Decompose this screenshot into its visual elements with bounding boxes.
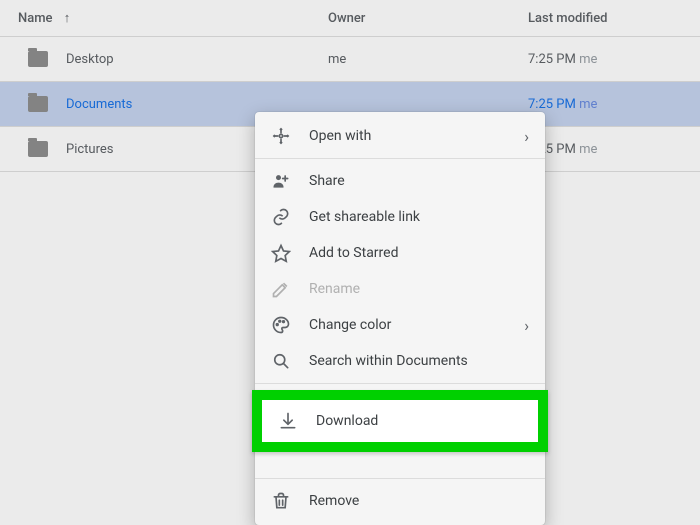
table-row[interactable]: Desktop me 7:25 PM me bbox=[0, 37, 700, 82]
trash-icon bbox=[271, 491, 291, 511]
menu-label: Search within Documents bbox=[309, 353, 529, 369]
sort-ascending-icon: ↑ bbox=[64, 10, 71, 26]
file-name: Documents bbox=[66, 97, 132, 112]
col-name-label: Name bbox=[18, 11, 53, 26]
download-icon bbox=[278, 411, 298, 431]
menu-get-link[interactable]: Get shareable link bbox=[255, 199, 545, 235]
file-owner: me bbox=[320, 37, 520, 82]
link-icon bbox=[271, 207, 291, 227]
palette-icon bbox=[271, 315, 291, 335]
pencil-icon bbox=[271, 279, 291, 299]
file-modified: 7:25 PM me bbox=[520, 127, 700, 172]
file-modified: 7:25 PM me bbox=[520, 37, 700, 82]
folder-icon bbox=[28, 141, 48, 157]
menu-label: Remove bbox=[309, 493, 529, 509]
menu-rename: Rename bbox=[255, 271, 545, 307]
chevron-right-icon: › bbox=[524, 127, 529, 146]
chevron-right-icon: › bbox=[524, 316, 529, 335]
menu-share[interactable]: Share bbox=[255, 163, 545, 199]
folder-icon bbox=[28, 51, 48, 67]
menu-change-color[interactable]: Change color › bbox=[255, 307, 545, 343]
file-modified: 7:25 PM me bbox=[520, 82, 700, 127]
col-owner-header[interactable]: Owner bbox=[320, 0, 520, 37]
menu-label: Change color bbox=[309, 317, 506, 333]
highlight-callout: Download bbox=[252, 390, 548, 452]
file-name: Pictures bbox=[66, 142, 113, 157]
search-icon bbox=[271, 351, 291, 371]
table-header-row: Name ↑ Owner Last modified bbox=[0, 0, 700, 37]
menu-download[interactable]: Download bbox=[262, 400, 538, 442]
menu-separator bbox=[255, 383, 545, 384]
menu-separator bbox=[255, 478, 545, 479]
context-menu: Open with › Share Get shareable link Add… bbox=[255, 112, 545, 525]
col-name-header[interactable]: Name ↑ bbox=[0, 0, 320, 37]
menu-remove[interactable]: Remove bbox=[255, 483, 545, 519]
menu-open-with[interactable]: Open with › bbox=[255, 118, 545, 154]
menu-label: Download bbox=[316, 413, 522, 429]
menu-search-within[interactable]: Search within Documents bbox=[255, 343, 545, 379]
menu-label: Rename bbox=[309, 281, 529, 297]
share-icon bbox=[271, 171, 291, 191]
menu-label: Add to Starred bbox=[309, 245, 529, 261]
menu-separator bbox=[255, 158, 545, 159]
col-modified-header[interactable]: Last modified bbox=[520, 0, 700, 37]
star-icon bbox=[271, 243, 291, 263]
open-with-icon bbox=[271, 126, 291, 146]
file-name: Desktop bbox=[66, 52, 114, 67]
menu-label: Open with bbox=[309, 128, 506, 144]
menu-label: Share bbox=[309, 173, 529, 189]
menu-add-starred[interactable]: Add to Starred bbox=[255, 235, 545, 271]
folder-icon bbox=[28, 96, 48, 112]
menu-label: Get shareable link bbox=[309, 209, 529, 225]
